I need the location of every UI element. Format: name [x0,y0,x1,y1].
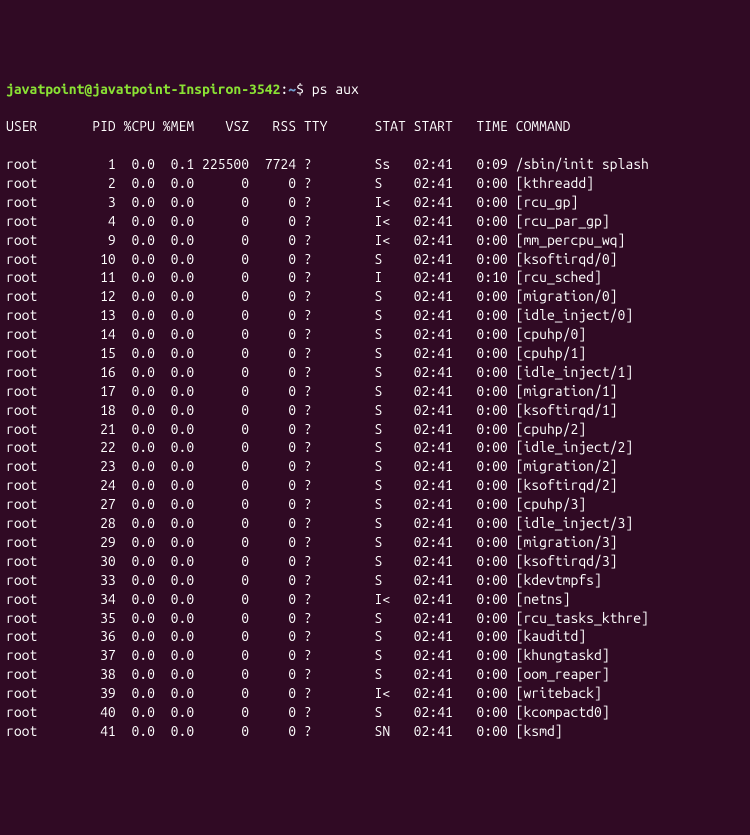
process-row: root 41 0.0 0.0 0 0 ? SN 02:41 0:00 [ksm… [6,722,744,741]
process-row: root 37 0.0 0.0 0 0 ? S 02:41 0:00 [khun… [6,646,744,665]
process-row: root 39 0.0 0.0 0 0 ? I< 02:41 0:00 [wri… [6,684,744,703]
process-row: root 21 0.0 0.0 0 0 ? S 02:41 0:00 [cpuh… [6,420,744,439]
process-row: root 15 0.0 0.0 0 0 ? S 02:41 0:00 [cpuh… [6,344,744,363]
process-row: root 11 0.0 0.0 0 0 ? I 02:41 0:10 [rcu_… [6,268,744,287]
process-row: root 28 0.0 0.0 0 0 ? S 02:41 0:00 [idle… [6,514,744,533]
process-row: root 2 0.0 0.0 0 0 ? S 02:41 0:00 [kthre… [6,174,744,193]
process-row: root 30 0.0 0.0 0 0 ? S 02:41 0:00 [ksof… [6,552,744,571]
process-row: root 14 0.0 0.0 0 0 ? S 02:41 0:00 [cpuh… [6,325,744,344]
prompt-dollar: $ [296,80,312,99]
process-row: root 12 0.0 0.0 0 0 ? S 02:41 0:00 [migr… [6,287,744,306]
process-row: root 13 0.0 0.0 0 0 ? S 02:41 0:00 [idle… [6,306,744,325]
process-row: root 4 0.0 0.0 0 0 ? I< 02:41 0:00 [rcu_… [6,212,744,231]
process-row: root 40 0.0 0.0 0 0 ? S 02:41 0:00 [kcom… [6,703,744,722]
process-row: root 29 0.0 0.0 0 0 ? S 02:41 0:00 [migr… [6,533,744,552]
process-row: root 18 0.0 0.0 0 0 ? S 02:41 0:00 [ksof… [6,401,744,420]
process-row: root 9 0.0 0.0 0 0 ? I< 02:41 0:00 [mm_p… [6,231,744,250]
process-row: root 24 0.0 0.0 0 0 ? S 02:41 0:00 [ksof… [6,476,744,495]
prompt-path: ~ [288,80,296,99]
command-input[interactable]: ps aux [312,80,359,99]
process-row: root 36 0.0 0.0 0 0 ? S 02:41 0:00 [kaud… [6,627,744,646]
process-row: root 10 0.0 0.0 0 0 ? S 02:41 0:00 [ksof… [6,250,744,269]
ps-header: USER PID %CPU %MEM VSZ RSS TTY STAT STAR… [6,117,744,136]
prompt-colon: : [280,80,288,99]
process-row: root 17 0.0 0.0 0 0 ? S 02:41 0:00 [migr… [6,382,744,401]
process-row: root 35 0.0 0.0 0 0 ? S 02:41 0:00 [rcu_… [6,609,744,628]
process-row: root 22 0.0 0.0 0 0 ? S 02:41 0:00 [idle… [6,438,744,457]
process-row: root 33 0.0 0.0 0 0 ? S 02:41 0:00 [kdev… [6,571,744,590]
process-row: root 16 0.0 0.0 0 0 ? S 02:41 0:00 [idle… [6,363,744,382]
ps-output: root 1 0.0 0.1 225500 7724 ? Ss 02:41 0:… [6,155,744,741]
process-row: root 1 0.0 0.1 225500 7724 ? Ss 02:41 0:… [6,155,744,174]
process-row: root 27 0.0 0.0 0 0 ? S 02:41 0:00 [cpuh… [6,495,744,514]
process-row: root 3 0.0 0.0 0 0 ? I< 02:41 0:00 [rcu_… [6,193,744,212]
prompt-line: javatpoint@javatpoint-Inspiron-3542:~$ p… [6,80,744,99]
process-row: root 38 0.0 0.0 0 0 ? S 02:41 0:00 [oom_… [6,665,744,684]
process-row: root 34 0.0 0.0 0 0 ? I< 02:41 0:00 [net… [6,590,744,609]
process-row: root 23 0.0 0.0 0 0 ? S 02:41 0:00 [migr… [6,457,744,476]
prompt-user-host: javatpoint@javatpoint-Inspiron-3542 [6,80,280,99]
